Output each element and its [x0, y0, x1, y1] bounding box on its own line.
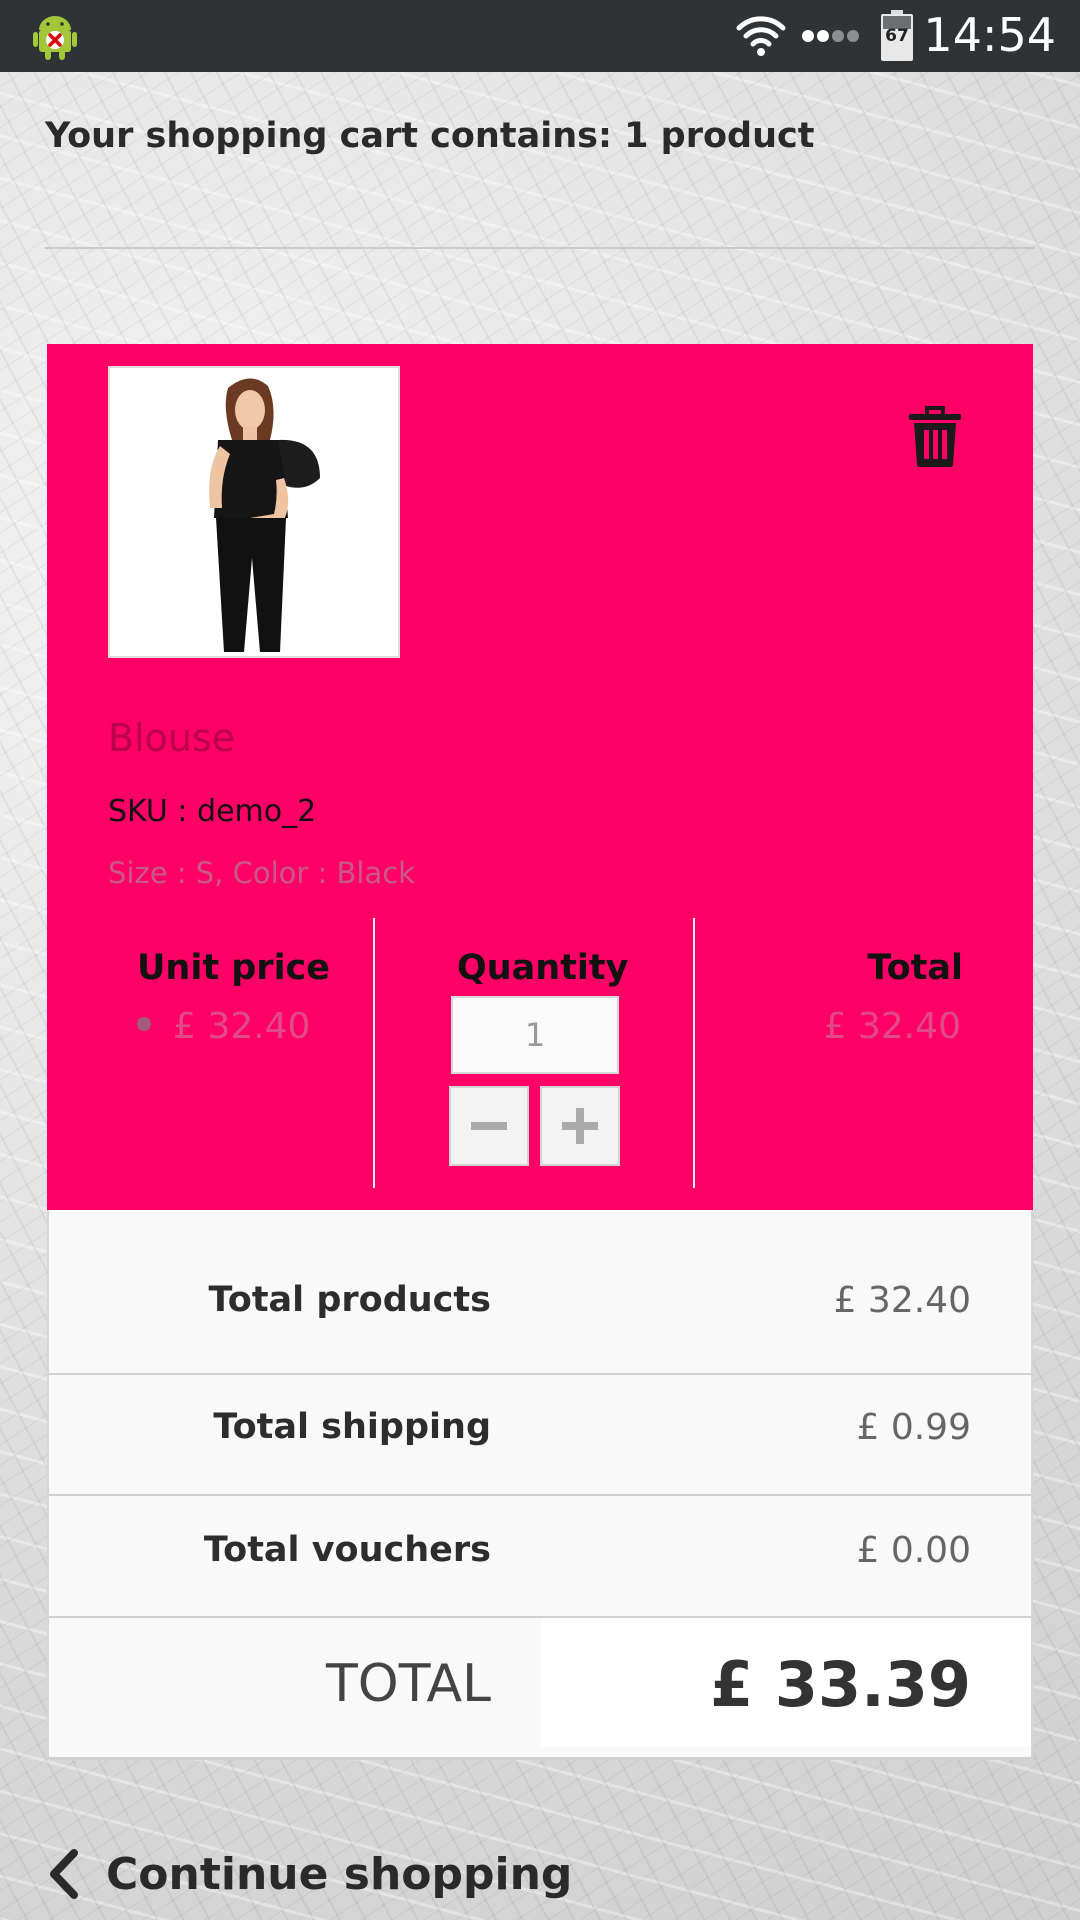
column-divider	[373, 918, 375, 1188]
bullet-icon	[137, 1017, 151, 1031]
grand-total-label: TOTAL	[326, 1654, 491, 1714]
product-image[interactable]	[108, 366, 400, 658]
unit-price: £ 32.40	[137, 1006, 310, 1047]
chevron-left-icon	[50, 1849, 78, 1899]
line-total: £ 32.40	[823, 1006, 961, 1047]
decrease-quantity-button[interactable]	[449, 1086, 529, 1166]
total-products-label: Total products	[208, 1280, 491, 1320]
product-name[interactable]: Blouse	[108, 716, 235, 760]
total-products-row: Total products £ 32.40	[49, 1210, 1031, 1375]
total-shipping-label: Total shipping	[213, 1407, 491, 1447]
divider	[45, 247, 1035, 249]
quantity-heading: Quantity	[457, 948, 629, 988]
unit-price-heading: Unit price	[137, 948, 331, 988]
blouse-model-image	[110, 368, 398, 656]
delete-button[interactable]	[907, 406, 963, 468]
total-shipping-row: Total shipping £ 0.99	[49, 1375, 1031, 1496]
unit-price-value: £ 32.40	[173, 1006, 311, 1047]
product-attributes: Size : S, Color : Black	[108, 856, 415, 890]
status-bar: 67 14:54	[0, 0, 1080, 72]
total-vouchers-label: Total vouchers	[203, 1530, 491, 1570]
continue-shopping-link[interactable]: Continue shopping	[44, 1844, 572, 1904]
cart-totals: Total products £ 32.40 Total shipping £ …	[47, 1210, 1033, 1760]
cart-item: Blouse SKU : demo_2 Size : S, Color : Bl…	[47, 344, 1033, 1210]
total-products-value: £ 32.40	[833, 1280, 971, 1321]
signal-icon	[802, 30, 859, 42]
minus-icon	[471, 1122, 507, 1130]
battery-level: 67	[885, 26, 909, 46]
quantity-input[interactable]	[451, 996, 619, 1074]
column-divider	[693, 918, 695, 1188]
grand-total-value: £ 33.39	[710, 1648, 971, 1721]
total-vouchers-value: £ 0.00	[856, 1530, 971, 1571]
increase-quantity-button[interactable]	[540, 1086, 620, 1166]
android-debug-icon	[33, 16, 77, 60]
product-sku: SKU : demo_2	[108, 794, 317, 829]
total-vouchers-row: Total vouchers £ 0.00	[49, 1496, 1031, 1618]
plus-icon	[562, 1108, 598, 1144]
clock: 14:54	[923, 8, 1056, 62]
battery-icon: 67	[880, 10, 914, 62]
total-shipping-value: £ 0.99	[856, 1407, 971, 1448]
grand-total-row: TOTAL £ 33.39	[49, 1618, 1031, 1757]
cart-summary: Your shopping cart contains: 1 product	[45, 116, 815, 156]
continue-shopping-label: Continue shopping	[106, 1848, 573, 1900]
wifi-icon	[736, 16, 786, 56]
trash-icon	[909, 406, 961, 467]
total-heading: Total	[867, 948, 963, 988]
